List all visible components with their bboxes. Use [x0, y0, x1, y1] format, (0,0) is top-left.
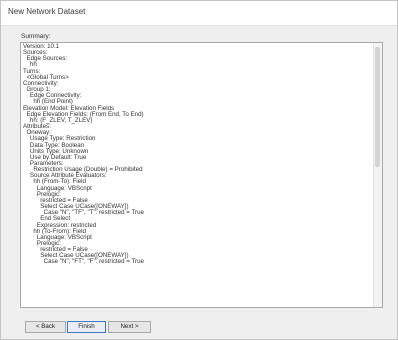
summary-text-box[interactable]: Version: 10.1 Sources: Edge Sources: hh Tu…	[20, 42, 383, 308]
summary-scrollbar[interactable]	[373, 43, 382, 307]
back-button[interactable]: < Back	[25, 321, 66, 333]
scrollbar-thumb[interactable]	[375, 47, 380, 167]
title-bar: New Network Dataset	[1, 1, 397, 26]
finish-button[interactable]: Finish	[67, 321, 106, 333]
window-title: New Network Dataset	[8, 7, 86, 16]
summary-label: Summary:	[21, 33, 51, 40]
summary-line: Case "N", "FT", "F": restricted = True	[23, 258, 144, 266]
next-button[interactable]: Next >	[108, 321, 151, 333]
new-network-dataset-dialog: New Network Dataset Summary: Version: 10…	[0, 0, 398, 340]
